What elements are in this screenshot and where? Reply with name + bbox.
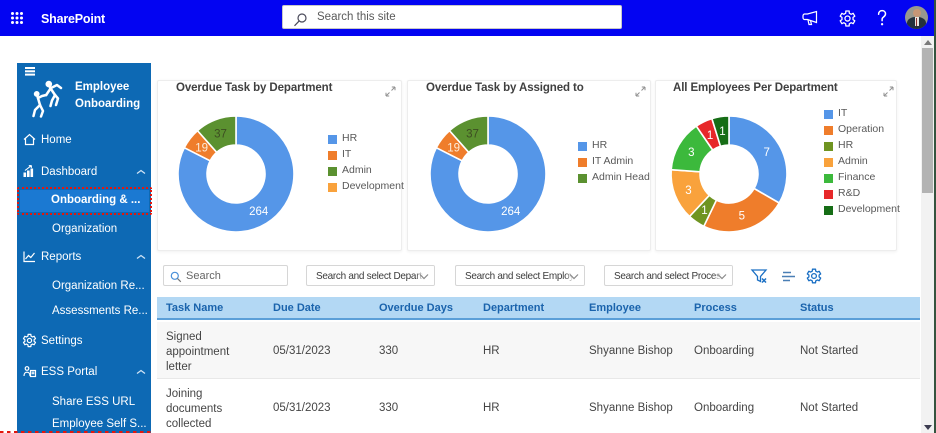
svg-text:3: 3 xyxy=(688,147,694,159)
svg-text:7: 7 xyxy=(763,147,769,159)
svg-text:264: 264 xyxy=(249,206,269,218)
svg-text:19: 19 xyxy=(195,142,208,154)
svg-text:1: 1 xyxy=(719,126,725,138)
svg-text:37: 37 xyxy=(214,128,227,140)
svg-text:1: 1 xyxy=(707,130,713,142)
svg-text:5: 5 xyxy=(739,211,745,223)
svg-text:37: 37 xyxy=(466,128,479,140)
svg-text:19: 19 xyxy=(447,142,460,154)
svg-text:1: 1 xyxy=(701,205,707,217)
svg-text:3: 3 xyxy=(685,185,691,197)
svg-text:264: 264 xyxy=(501,206,521,218)
